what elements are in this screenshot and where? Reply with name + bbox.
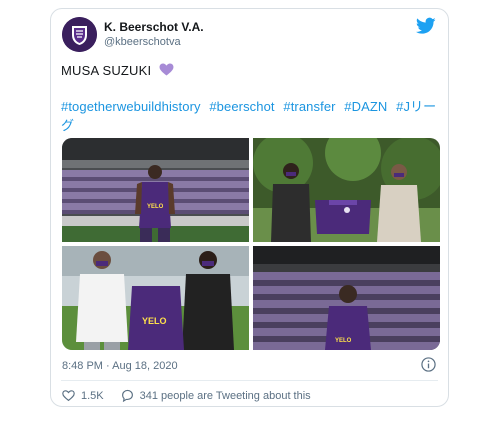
tweet-actions: 1.5K 341 people are Tweeting about this [62, 389, 311, 402]
tweet-photo[interactable]: YELO [62, 246, 249, 350]
tweet-photo[interactable]: YELO [62, 138, 249, 242]
reply-icon [121, 389, 133, 402]
hashtag-link[interactable]: #DAZN [344, 99, 387, 114]
jersey-sponsor-text: YELO [335, 338, 352, 344]
account-name[interactable]: K. Beerschot V.A. [104, 20, 204, 34]
like-button[interactable]: 1.5K [62, 389, 104, 402]
account-handle[interactable]: @kbeerschotva [104, 36, 181, 48]
info-icon[interactable] [421, 357, 436, 372]
hashtag-list: #togetherwebuildhistory #beerschot #tran… [61, 97, 441, 135]
photo-grid: YELO YELO YELO [62, 138, 440, 350]
tweet-photo[interactable] [253, 138, 440, 242]
purple-heart-icon [159, 63, 174, 76]
twitter-bird-icon[interactable] [416, 17, 436, 35]
conversation-text: 341 people are Tweeting about this [139, 389, 311, 402]
divider [61, 380, 438, 381]
conversation-button[interactable]: 341 people are Tweeting about this [121, 389, 311, 402]
like-count: 1.5K [81, 389, 104, 402]
jersey-sponsor-text: YELO [147, 204, 164, 210]
hashtag-link[interactable]: #togetherwebuildhistory [61, 99, 201, 114]
tweet-photo[interactable]: YELO [253, 246, 440, 350]
hashtag-link[interactable]: #beerschot [209, 99, 274, 114]
avatar[interactable] [62, 17, 97, 52]
jersey-sponsor-text: YELO [142, 316, 167, 326]
tweet-timestamp[interactable]: 8:48 PM · Aug 18, 2020 [62, 360, 178, 372]
tweet-card[interactable]: K. Beerschot V.A. @kbeerschotva MUSA SUZ… [50, 8, 449, 407]
hashtag-link[interactable]: #transfer [283, 99, 335, 114]
tweet-text: MUSA SUZUKI [61, 63, 174, 78]
tweet-text-content: MUSA SUZUKI [61, 63, 152, 78]
heart-icon [62, 390, 75, 402]
